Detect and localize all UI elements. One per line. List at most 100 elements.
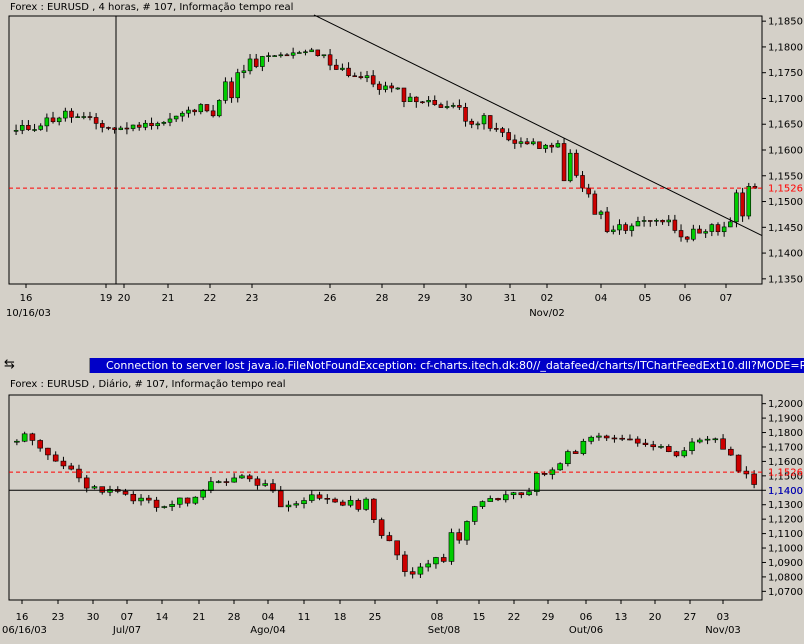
candle-up — [21, 433, 28, 442]
price-label: 1,1900 — [768, 414, 803, 425]
candle-down — [99, 486, 106, 493]
candle-up — [130, 124, 136, 129]
candle-up — [703, 231, 708, 234]
candle-down — [136, 124, 142, 128]
candle-down — [672, 219, 678, 231]
candle-up — [629, 225, 635, 231]
candle-down — [495, 498, 501, 501]
plot-area — [8, 15, 763, 285]
month-label: 10/16/03 — [6, 308, 51, 319]
price-label: 1,1400 — [768, 249, 803, 260]
candle-up — [272, 55, 277, 57]
top-chart-svg[interactable]: 1,1850 1,1800 1,1750 1,1700 1,1650 1,1600 1,15… — [0, 0, 804, 358]
candle-down — [45, 447, 51, 456]
candle-down — [611, 437, 618, 440]
candle-down — [524, 141, 530, 145]
date-label: 25 — [369, 612, 382, 623]
date-label: 06 — [679, 293, 692, 304]
candle-down — [751, 473, 757, 485]
date-label: 05 — [639, 293, 652, 304]
candle-down — [60, 460, 67, 467]
candle-up — [721, 226, 727, 233]
current-price-label: 1,1526 — [768, 184, 803, 195]
candle-up — [235, 72, 241, 99]
candle-up — [471, 506, 478, 522]
candle-up — [697, 439, 703, 443]
date-label: 21 — [162, 293, 175, 304]
candle-up — [611, 229, 616, 232]
date-label: 07 — [720, 293, 733, 304]
candle-up — [728, 221, 733, 228]
candle-down — [623, 224, 628, 231]
candle-up — [290, 52, 296, 56]
date-label: 28 — [228, 612, 241, 623]
price-label: 1,1750 — [768, 68, 803, 79]
candle-down — [603, 435, 610, 439]
candle-down — [549, 144, 555, 148]
candle-down — [153, 499, 160, 508]
candle-up — [450, 105, 456, 107]
candle-up — [712, 438, 719, 441]
candle-down — [229, 81, 234, 99]
candle-down — [592, 193, 598, 215]
candle-down — [715, 224, 721, 233]
candle-down — [340, 501, 346, 506]
candle-up — [192, 496, 199, 504]
price-label: 1,1850 — [768, 17, 803, 28]
candle-up — [654, 219, 659, 222]
candle-down — [673, 451, 680, 457]
candle-up — [303, 51, 308, 54]
price-label: 1,1450 — [768, 223, 803, 234]
candle-down — [346, 67, 351, 77]
candle-down — [146, 497, 152, 501]
candle-down — [87, 116, 93, 118]
candle-up — [464, 521, 470, 541]
candle-down — [409, 571, 416, 575]
candle-up — [417, 566, 424, 575]
candle-down — [26, 125, 31, 130]
date-label: 22 — [508, 612, 521, 623]
date-label: 16 — [20, 293, 33, 304]
candle-up — [596, 435, 602, 438]
candle-down — [83, 477, 90, 489]
candle-up — [363, 498, 369, 510]
candle-up — [526, 491, 532, 496]
candle-up — [266, 55, 271, 57]
candle-down — [332, 498, 338, 503]
price-label: 1,1000 — [768, 544, 803, 555]
date-label: 15 — [473, 612, 486, 623]
date-label: 04 — [595, 293, 608, 304]
candle-up — [364, 75, 370, 79]
candle-down — [647, 220, 653, 222]
plot-area — [8, 394, 763, 601]
price-label: 1,1100 — [768, 529, 803, 540]
candle-down — [440, 557, 447, 562]
candle-up — [180, 112, 185, 117]
candle-up — [555, 143, 561, 148]
candle-down — [720, 438, 726, 450]
candle-down — [537, 141, 542, 149]
top-chart-panel: Forex : EURUSD , 4 horas, # 107, Informa… — [0, 0, 804, 358]
sync-arrows-icon[interactable]: ⇆ — [0, 358, 90, 373]
candle-up — [13, 130, 19, 132]
candle-up — [32, 129, 37, 131]
candle-up — [580, 440, 587, 454]
candle-down — [377, 83, 382, 90]
candle-up — [143, 122, 148, 128]
candle-down — [386, 535, 393, 542]
bottom-chart-svg[interactable]: 1,20001,19001,18001,17001,16001,15001,14… — [0, 373, 804, 644]
candle-down — [586, 187, 591, 195]
candle-up — [746, 186, 752, 217]
candle-down — [333, 64, 339, 70]
month-label: Nov/03 — [705, 625, 741, 636]
candle-up — [395, 87, 401, 90]
candle-up — [709, 224, 715, 232]
candle-up — [426, 100, 431, 103]
candle-down — [100, 123, 105, 128]
candle-up — [635, 221, 641, 227]
candle-up — [503, 494, 509, 501]
candle-up — [215, 481, 222, 483]
month-label: Jul/07 — [112, 625, 141, 636]
candle-down — [315, 49, 321, 57]
candle-down — [52, 454, 59, 462]
